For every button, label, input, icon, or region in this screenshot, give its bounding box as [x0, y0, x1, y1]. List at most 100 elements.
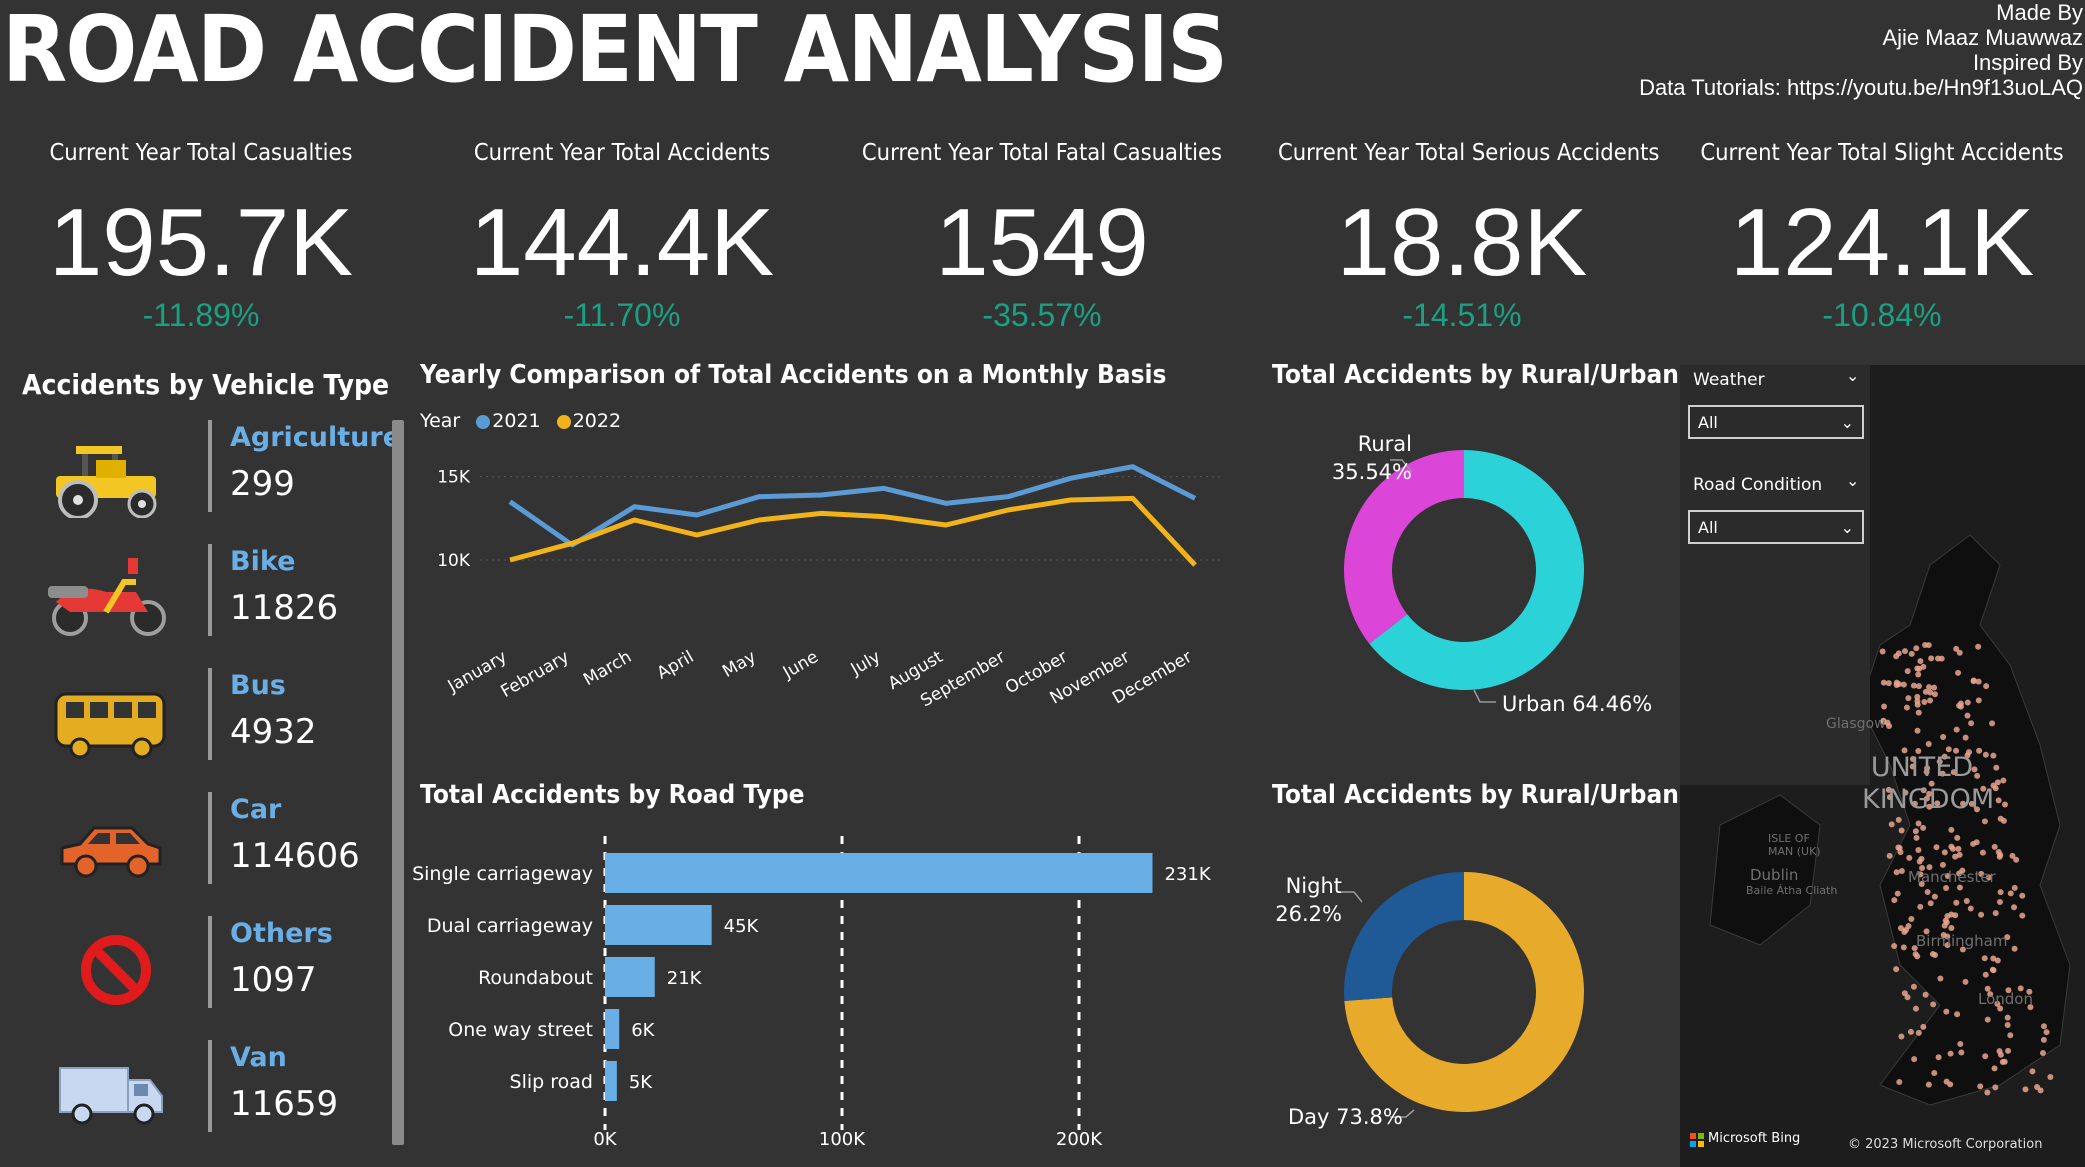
- night-label-pct: 26.2%: [1275, 902, 1342, 926]
- road-condition-dropdown[interactable]: All ⌄: [1688, 510, 1864, 544]
- chevron-down-icon: ⌄: [1840, 518, 1854, 537]
- vehicle-name: Van: [230, 1042, 287, 1073]
- accident-dot: [1979, 849, 1986, 856]
- map-country-line: UNITED: [1870, 752, 1974, 783]
- accident-dot: [1915, 820, 1922, 827]
- vehicle-name: Others: [230, 918, 333, 949]
- accident-dot: [1928, 655, 1935, 662]
- accident-dot: [1948, 826, 1955, 833]
- accident-dot: [1898, 868, 1905, 875]
- accident-dot: [1957, 1041, 1964, 1048]
- weather-filter-label: Weather: [1693, 370, 1765, 390]
- accident-dot: [1907, 1028, 1914, 1035]
- day-label: Day 73.8%: [1288, 1105, 1403, 1129]
- accident-dot: [1953, 726, 1960, 733]
- data-label: 21K: [667, 968, 703, 989]
- accident-dot: [1943, 1078, 1950, 1085]
- vehicle-name: Bus: [230, 670, 286, 701]
- accident-dot: [1991, 1065, 1998, 1072]
- bar: [605, 957, 655, 997]
- kpi-card-serious[interactable]: Current Year Total Serious Accidents 18.…: [1262, 140, 1662, 332]
- accident-dot: [1942, 917, 1949, 924]
- kpi-label: Current Year Total Casualties: [49, 140, 353, 166]
- accident-dot: [1939, 861, 1946, 868]
- accident-dot: [1954, 1011, 1961, 1018]
- accident-dot: [1982, 1053, 1989, 1060]
- accident-dot: [1897, 925, 1904, 932]
- kpi-label: Current Year Total Serious Accidents: [1278, 140, 1660, 166]
- accident-dot: [1900, 681, 1907, 688]
- accident-dot: [1896, 844, 1903, 851]
- weather-dropdown[interactable]: All ⌄: [1688, 405, 1864, 439]
- accident-dot: [1904, 994, 1911, 1001]
- vehicle-row-others[interactable]: Others 1097: [20, 916, 400, 1016]
- chevron-down-icon[interactable]: ⌄: [1846, 366, 1859, 385]
- legend-2021[interactable]: 2021: [492, 410, 540, 432]
- accident-dot: [1996, 1048, 2003, 1055]
- data-label: 45K: [724, 916, 760, 937]
- road-type-bar-chart[interactable]: 0K 100K 200K Single carriageway 231K Dual car…: [410, 830, 1230, 1165]
- vehicle-row-van[interactable]: Van 11659: [20, 1040, 400, 1140]
- vehicle-divider: [208, 916, 212, 1008]
- monthly-line-chart[interactable]: 10K15KJanuaryFebruary March April May June Ju…: [420, 440, 1220, 760]
- accident-dot: [1912, 1005, 1919, 1012]
- accident-dot: [1905, 695, 1912, 702]
- accident-dot: [1947, 1050, 1954, 1057]
- accident-dot: [1984, 1016, 1991, 1023]
- accident-dot: [1981, 818, 1988, 825]
- accident-dot: [1931, 684, 1938, 691]
- vehicle-type-title: Accidents by Vehicle Type: [22, 368, 390, 401]
- kpi-value: 195.7K: [48, 189, 354, 296]
- x-tick-label: March: [580, 647, 635, 690]
- accident-dot: [1915, 1029, 1922, 1036]
- chevron-down-icon[interactable]: ⌄: [1846, 471, 1859, 490]
- vehicle-row-bike[interactable]: Bike 11826: [20, 544, 400, 644]
- vehicle-row-car[interactable]: Car 114606: [20, 792, 400, 892]
- accident-dot: [1885, 680, 1892, 687]
- accident-dot: [1962, 978, 1969, 985]
- accident-dot: [1941, 849, 1948, 856]
- accident-dot: [1913, 645, 1920, 652]
- bar: [605, 905, 712, 945]
- accident-dot: [1964, 699, 1971, 706]
- accident-dot: [1922, 991, 1929, 998]
- map-place: Birmingham: [1916, 932, 2008, 950]
- accident-dot: [2039, 1049, 2046, 1056]
- kpi-card-casualties[interactable]: Current Year Total Casualties 195.7K -11…: [1, 140, 401, 332]
- vehicle-panel-scrollbar[interactable]: [392, 420, 404, 1145]
- accident-dot: [2019, 912, 2026, 919]
- accident-dot: [1994, 779, 2001, 786]
- accident-dot: [1992, 910, 1999, 917]
- credit-line-4[interactable]: Data Tutorials: https://youtu.be/Hn9f13u…: [1639, 75, 2083, 100]
- legend-2022[interactable]: 2022: [573, 410, 621, 432]
- map-country-line: KINGDOM: [1862, 784, 1995, 815]
- accident-dot: [2029, 1068, 2036, 1075]
- bar: [605, 1009, 620, 1049]
- accident-dot: [2007, 1032, 2014, 1039]
- accident-dot: [1914, 665, 1921, 672]
- accident-dot: [1970, 677, 1977, 684]
- road-condition-dropdown-value: All: [1698, 518, 1718, 537]
- accident-dot: [1927, 900, 1934, 907]
- vehicle-row-bus[interactable]: Bus 4932: [20, 668, 400, 768]
- page-title: ROAD ACCIDENT ANALYSIS: [2, 0, 1228, 103]
- vehicle-row-agriculture[interactable]: Agriculture 299: [20, 420, 401, 520]
- x-tick-label: February: [498, 647, 573, 702]
- kpi-card-slight[interactable]: Current Year Total Slight Accidents 124.…: [1682, 140, 2082, 332]
- accident-dot: [1996, 899, 2003, 906]
- kpi-change: -11.89%: [142, 297, 260, 333]
- x-tick-label: July: [847, 647, 884, 680]
- accident-dot: [2037, 1087, 2044, 1094]
- accident-dot: [1895, 816, 1902, 823]
- bar: [605, 1061, 617, 1101]
- day-night-title: Total Accidents by Rural/Urban: [1272, 780, 1679, 810]
- van-icon: [36, 1048, 176, 1138]
- accident-dot: [1927, 697, 1934, 704]
- accident-dot: [1953, 899, 1960, 906]
- accident-dot: [2011, 945, 2018, 952]
- accident-dot: [1881, 703, 1888, 710]
- kpi-card-accidents[interactable]: Current Year Total Accidents 144.4K -11.…: [422, 140, 822, 332]
- accident-dot: [1904, 668, 1911, 675]
- rural-label-name: Rural: [1357, 432, 1412, 456]
- kpi-card-fatal[interactable]: Current Year Total Fatal Casualties 1549…: [842, 140, 1242, 332]
